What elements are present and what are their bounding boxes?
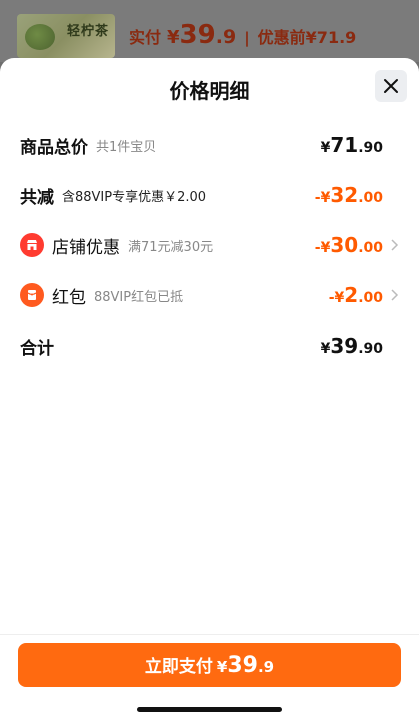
row-total-discount: 共减 含88VIP专享优惠￥2.00 -¥ 32 .00 [0, 180, 419, 210]
sheet-title: 价格明细 [169, 79, 250, 103]
row-grand-total: 合计 ¥ 39 .90 [0, 331, 419, 361]
red-packet-icon [20, 283, 44, 307]
paid-label: 实付 [129, 28, 162, 47]
row-label: 合计 [20, 338, 54, 359]
amount-dec: .90 [358, 140, 383, 156]
chevron-right-icon [391, 289, 399, 301]
row-sub: 共1件宝贝 [96, 139, 157, 155]
product-thumbnail: 轻柠茶 [17, 14, 115, 58]
row-label: 红包 [52, 287, 86, 308]
amount-dec: .00 [358, 240, 383, 256]
pay-dec: .9 [257, 658, 275, 676]
paid-dec: .9 [215, 26, 237, 48]
row-item-total: 商品总价 共1件宝贝 ¥ 71 .90 [0, 130, 419, 160]
product-header: 轻柠茶 实付 ¥ 39 .9 | 优惠前¥71.9 [0, 0, 419, 62]
row-sub: 88VIP红包已抵 [94, 289, 184, 305]
row-sub: 含88VIP专享优惠￥2.00 [62, 189, 207, 205]
home-indicator [137, 707, 282, 712]
amount-int: 30 [330, 233, 359, 257]
amount-dec: .00 [358, 190, 383, 206]
thumbnail-label: 轻柠茶 [67, 24, 110, 39]
store-icon [20, 233, 44, 257]
row-label: 商品总价 [20, 137, 88, 158]
row-store-discount[interactable]: 店铺优惠 满71元减30元 -¥ 30 .00 [0, 230, 419, 260]
header-price: 实付 ¥ 39 .9 | 优惠前¥71.9 [129, 20, 356, 50]
pay-int: 39 [227, 653, 258, 678]
price-separator: | [244, 29, 250, 47]
chevron-right-icon [391, 239, 399, 251]
row-label: 店铺优惠 [52, 237, 120, 258]
paid-yuan: ¥ [167, 27, 180, 48]
amount-dec: .90 [358, 341, 383, 357]
amount-yuan: -¥ [328, 290, 345, 306]
footer-divider [0, 634, 419, 635]
paid-int: 39 [179, 20, 216, 50]
amount-yuan: -¥ [314, 190, 331, 206]
amount-yuan: ¥ [320, 341, 331, 357]
amount-yuan: ¥ [320, 140, 331, 156]
amount-int: 39 [330, 334, 359, 358]
close-button[interactable] [375, 70, 407, 102]
row-label: 共减 [20, 187, 54, 208]
row-sub: 满71元减30元 [128, 239, 214, 255]
price-detail-sheet: 价格明细 商品总价 共1件宝贝 ¥ 71 .90 共减 含88VIP专享优惠￥2… [0, 58, 419, 720]
amount-int: 71 [330, 133, 359, 157]
leaf-image [25, 24, 55, 50]
amount-yuan: -¥ [314, 240, 331, 256]
row-red-packet[interactable]: 红包 88VIP红包已抵 -¥ 2 .00 [0, 280, 419, 310]
close-icon [384, 79, 398, 93]
amount-dec: .00 [358, 290, 383, 306]
amount-int: 32 [330, 183, 359, 207]
original-price: 优惠前¥71.9 [257, 28, 357, 47]
pay-yuan: ¥ [216, 658, 228, 676]
pay-now-button[interactable]: 立即支付 ¥ 39 .9 [18, 643, 401, 687]
amount-int: 2 [344, 283, 359, 307]
pay-label: 立即支付 [144, 657, 213, 677]
